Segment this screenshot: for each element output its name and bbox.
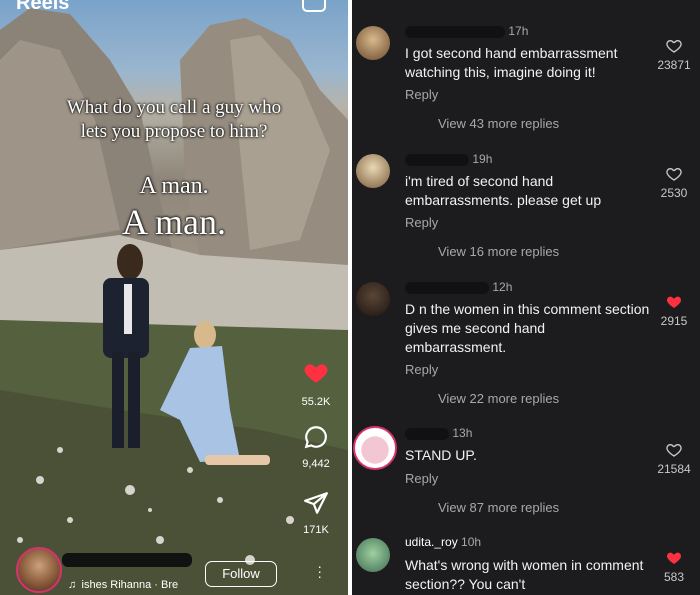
comment-time: 19h [472, 152, 493, 166]
redacted-username [405, 153, 469, 166]
reply-button[interactable]: Reply [405, 362, 438, 377]
view-replies-link[interactable]: View 22 more replies [438, 391, 559, 406]
reply-button[interactable]: Reply [405, 471, 438, 486]
view-replies-link[interactable]: View 43 more replies [438, 116, 559, 131]
comments-panel: 17h I got second hand embarrassment watc… [352, 0, 700, 595]
comment-like-count: 21584 [657, 462, 691, 476]
comment-meta: 12h [405, 280, 512, 294]
comment-like-button[interactable]: 583 [652, 550, 696, 584]
reply-button[interactable]: Reply [405, 87, 438, 102]
like-button[interactable]: 55.2K [296, 360, 336, 408]
shares-count: 171K [303, 524, 329, 536]
comment-like-button[interactable]: 2915 [652, 294, 696, 328]
likes-count: 55.2K [301, 396, 331, 408]
comment-like-count: 2530 [660, 186, 688, 200]
send-icon [304, 492, 328, 514]
comment-text: What's wrong with women in comment secti… [405, 557, 644, 592]
reel-panel: Reels What do you call a guy who lets yo… [0, 0, 348, 595]
comment-meta: 19h [405, 152, 492, 166]
comment-like-button[interactable]: 23871 [652, 38, 696, 72]
comment-username[interactable]: udita._roy [405, 535, 458, 549]
comment-text: i'm tired of second hand embarrassments.… [405, 173, 602, 208]
heart-filled-icon [666, 552, 682, 564]
heart-outline-icon [666, 39, 682, 53]
commenter-avatar[interactable] [356, 538, 390, 572]
comment-text: D n the women in this comment section gi… [405, 301, 650, 355]
heart-outline-icon [666, 167, 682, 181]
follow-button[interactable]: Follow [205, 561, 277, 587]
view-replies-link[interactable]: View 16 more replies [438, 244, 559, 259]
redacted-username [62, 553, 192, 567]
comments-count: 9,442 [302, 458, 330, 470]
heart-filled-icon [666, 296, 682, 308]
reply-button[interactable]: Reply [405, 215, 438, 230]
commenter-avatar[interactable] [353, 426, 397, 470]
comment-meta: udita._roy 10h [405, 535, 481, 549]
redacted-username [405, 427, 449, 440]
comment-meta: 13h [405, 426, 472, 440]
comment-bubble-icon [304, 426, 327, 449]
comment-button[interactable]: 9,442 [296, 424, 336, 470]
comment-like-count: 2915 [660, 314, 688, 328]
comment-meta: 17h [405, 24, 528, 38]
comment-like-count: 23871 [657, 58, 691, 72]
commenter-avatar[interactable] [356, 154, 390, 188]
redacted-username [405, 25, 505, 38]
comment-time: 12h [492, 280, 513, 294]
comment-text: STAND UP. [405, 447, 477, 463]
view-replies-link[interactable]: View 87 more replies [438, 500, 559, 515]
reel-footer: ♫ ishes Rihanna · Bre Follow · · · [0, 545, 348, 595]
comment-text: I got second hand embarrassment watching… [405, 45, 618, 80]
music-label[interactable]: ♫ ishes Rihanna · Bre [68, 579, 178, 591]
comment-like-button[interactable]: 21584 [652, 442, 696, 476]
creator-avatar[interactable] [16, 547, 62, 593]
comment-like-button[interactable]: 2530 [652, 166, 696, 200]
heart-outline-icon [666, 443, 682, 457]
heart-filled-icon [304, 364, 328, 383]
comment-time: 17h [508, 24, 529, 38]
comment-time: 10h [461, 535, 482, 549]
comment-like-count: 583 [663, 570, 685, 584]
redacted-username [405, 281, 489, 294]
more-options-icon[interactable]: · · · [317, 559, 322, 583]
comment-time: 13h [452, 426, 473, 440]
share-button[interactable]: 171K [296, 490, 336, 536]
commenter-avatar[interactable] [356, 26, 390, 60]
commenter-avatar[interactable] [356, 282, 390, 316]
